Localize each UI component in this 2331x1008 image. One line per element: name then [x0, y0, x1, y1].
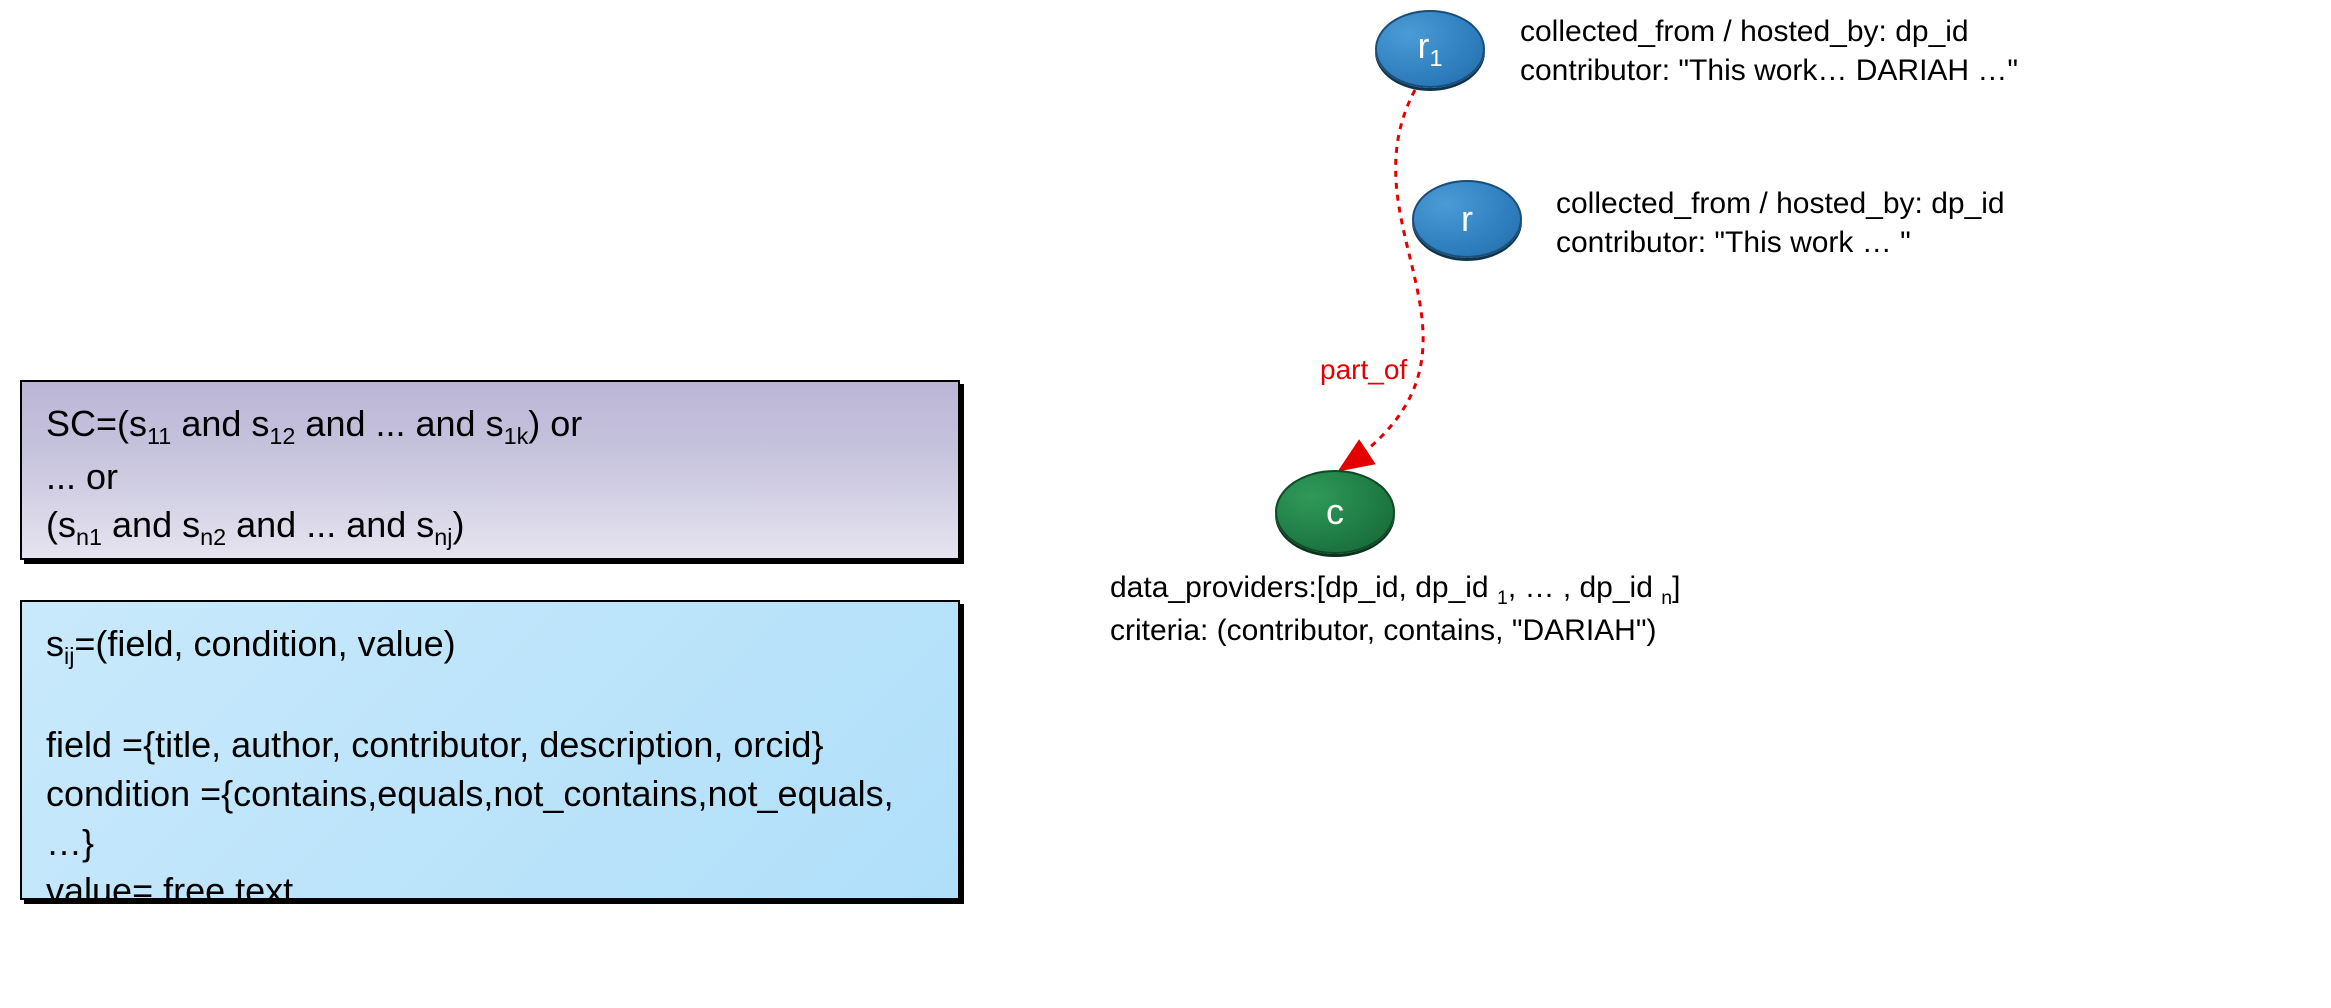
text: and ... and s — [295, 403, 503, 444]
subscript: 1 — [1497, 587, 1508, 609]
text: =(field, condition, value) — [74, 623, 455, 664]
node-r-label: r — [1461, 198, 1473, 240]
node-r1: r1 — [1375, 10, 1485, 88]
text: data_providers:[dp_id, dp_id — [1110, 571, 1497, 604]
annotation-r1-line2: contributor: "This work… DARIAH …" — [1520, 51, 2018, 90]
node-r: r — [1412, 180, 1522, 258]
def-line-blank — [46, 673, 934, 722]
subscript: 1 — [1429, 46, 1442, 72]
node-c-label: c — [1326, 491, 1344, 533]
node-c: c — [1275, 470, 1395, 554]
annotation-r: collected_from / hosted_by: dp_id contri… — [1556, 184, 2005, 262]
text: SC=(s — [46, 403, 147, 444]
subscript: n1 — [76, 525, 102, 551]
text: ] — [1672, 571, 1680, 604]
text: ) or — [528, 403, 582, 444]
text: s — [46, 623, 64, 664]
def-line-value: value= free text — [46, 867, 934, 916]
annotation-c-line1: data_providers:[dp_id, dp_id 1, … , dp_i… — [1110, 568, 1680, 611]
panel-sij-definition: sij=(field, condition, value) field ={ti… — [20, 600, 960, 900]
subscript: n2 — [200, 525, 226, 551]
subscript: 11 — [147, 423, 171, 449]
annotation-c: data_providers:[dp_id, dp_id 1, … , dp_i… — [1110, 568, 1680, 650]
text: r — [1417, 25, 1429, 66]
edge-r1-to-c — [1340, 90, 1423, 470]
subscript: ij — [64, 643, 74, 669]
def-line-1: sij=(field, condition, value) — [46, 620, 934, 673]
sc-line-2: ... or — [46, 453, 934, 502]
def-line-field: field ={title, author, contributor, desc… — [46, 721, 934, 770]
sc-line-3: (sn1 and sn2 and ... and snj) — [46, 501, 934, 554]
annotation-r-line2: contributor: "This work … " — [1556, 223, 2005, 262]
text: , … , dp_id — [1508, 571, 1661, 604]
annotation-c-line2: criteria: (contributor, contains, "DARIA… — [1110, 611, 1680, 650]
node-r1-label: r1 — [1417, 25, 1442, 72]
subscript: 1k — [504, 423, 529, 449]
panel-sc-formula: SC=(s11 and s12 and ... and s1k) or ... … — [20, 380, 960, 560]
subscript: nj — [434, 525, 452, 551]
annotation-r1-line1: collected_from / hosted_by: dp_id — [1520, 12, 2018, 51]
subscript: 12 — [269, 423, 295, 449]
annotation-r1: collected_from / hosted_by: dp_id contri… — [1520, 12, 2018, 90]
subscript: n — [1661, 587, 1672, 609]
diagram-stage: SC=(s11 and s12 and ... and s1k) or ... … — [0, 0, 2331, 1008]
text: and s — [102, 504, 200, 545]
def-line-condition: condition ={contains,equals,not_contains… — [46, 770, 934, 867]
text: ) — [453, 504, 465, 545]
sc-line-1: SC=(s11 and s12 and ... and s1k) or — [46, 400, 934, 453]
text: and s — [171, 403, 269, 444]
text: (s — [46, 504, 76, 545]
edge-label-partof: part_of — [1320, 354, 1407, 386]
annotation-r-line1: collected_from / hosted_by: dp_id — [1556, 184, 2005, 223]
text: and ... and s — [226, 504, 434, 545]
